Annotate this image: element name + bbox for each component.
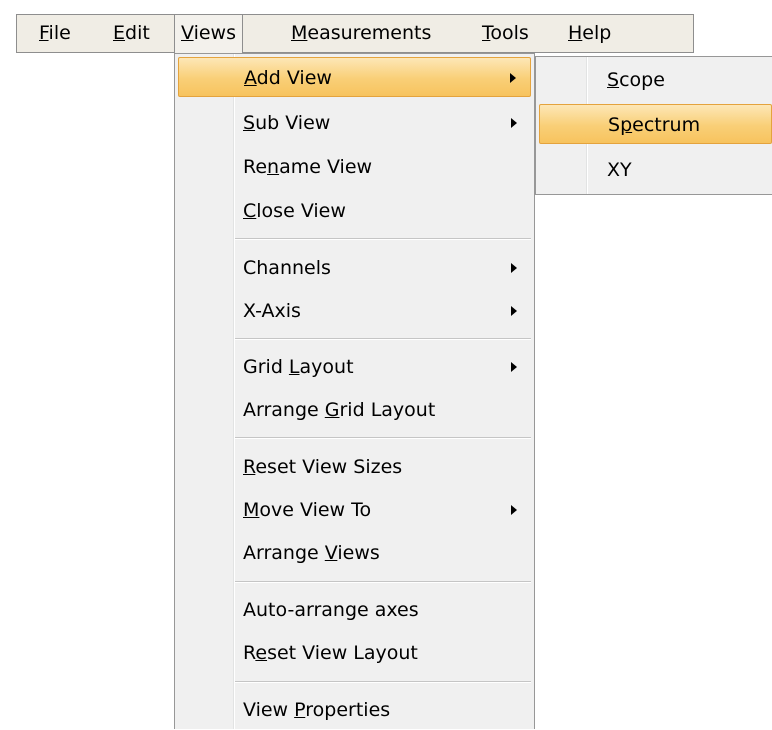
menuitem-spectrum[interactable]: Spectrum xyxy=(539,104,772,144)
arrange-grid-layout-key: G xyxy=(324,399,340,421)
arrange-views-key: V xyxy=(324,542,338,564)
add-view-key: A xyxy=(244,67,257,89)
menu-help-key: H xyxy=(568,22,583,44)
submenu-arrow-icon xyxy=(511,118,517,128)
view-properties-pre: View xyxy=(243,699,295,721)
menuitem-arrange-grid-layout[interactable]: Arrange Grid Layout xyxy=(178,390,531,430)
menuitem-move-view-to[interactable]: Move View To xyxy=(178,490,531,530)
rename-view-key: n xyxy=(267,156,280,178)
move-view-to-post: ove View To xyxy=(259,499,372,521)
menu-separator xyxy=(235,338,531,340)
menu-measurements-post: easurements xyxy=(307,22,432,44)
grid-layout-key: L xyxy=(288,356,300,378)
menu-separator xyxy=(235,437,531,439)
menu-tools-post: ools xyxy=(490,22,529,44)
menu-edit-post: dit xyxy=(125,22,150,44)
menu-file-key: F xyxy=(39,22,49,44)
x-axis-pre: X-Axis xyxy=(243,300,301,322)
menuitem-xy[interactable]: XY xyxy=(539,150,772,190)
menuitem-arrange-views[interactable]: Arrange Views xyxy=(178,533,531,573)
auto-arrange-axes-pre: Auto-arrange axes xyxy=(243,599,419,621)
menu-help-post: elp xyxy=(582,22,612,44)
menuitem-x-axis[interactable]: X-Axis xyxy=(178,291,531,331)
add-view-post: dd View xyxy=(256,67,332,89)
menu-separator xyxy=(235,238,531,240)
scope-key: S xyxy=(607,69,620,91)
grid-layout-post: ayout xyxy=(299,356,354,378)
spectrum-pre: S xyxy=(608,114,621,136)
submenu-arrow-icon xyxy=(511,263,517,273)
menuitem-channels[interactable]: Channels xyxy=(178,248,531,288)
view-properties-post: roperties xyxy=(305,699,391,721)
menuitem-view-properties[interactable]: View Properties xyxy=(178,690,531,730)
add-view-submenu: Scope Spectrum XY xyxy=(535,56,772,195)
sub-view-post: ub View xyxy=(255,112,331,134)
arrange-views-pre: Arrange xyxy=(243,542,325,564)
menu-bar: File Edit Views Measurements Tools Help xyxy=(16,14,694,53)
reset-view-layout-key: e xyxy=(255,642,268,664)
rename-view-post: ame View xyxy=(279,156,373,178)
close-view-post: lose View xyxy=(256,200,346,222)
move-view-to-key: M xyxy=(243,499,260,521)
channels-pre: Channels xyxy=(243,257,331,279)
menu-separator xyxy=(235,581,531,583)
menu-edit[interactable]: Edit xyxy=(107,15,156,52)
menu-tools[interactable]: Tools xyxy=(476,15,535,52)
menuitem-grid-layout[interactable]: Grid Layout xyxy=(178,347,531,387)
submenu-arrow-icon xyxy=(510,73,516,83)
views-dropdown-menu: Add View Sub View Rename View Close View… xyxy=(174,53,535,729)
reset-view-sizes-post: eset View Sizes xyxy=(255,456,403,478)
reset-view-layout-pre: R xyxy=(243,642,256,664)
grid-layout-pre: Grid xyxy=(243,356,289,378)
scope-post: cope xyxy=(619,69,665,91)
menuitem-reset-view-layout[interactable]: Reset View Layout xyxy=(178,633,531,673)
sub-view-key: S xyxy=(243,112,256,134)
menuitem-sub-view[interactable]: Sub View xyxy=(178,103,531,143)
menu-views[interactable]: Views xyxy=(174,15,244,53)
menu-file-post: ile xyxy=(48,22,71,44)
view-properties-key: P xyxy=(294,699,306,721)
submenu-arrow-icon xyxy=(511,505,517,515)
close-view-key: C xyxy=(243,200,257,222)
menu-measurements-key: M xyxy=(291,22,308,44)
menu-edit-key: E xyxy=(113,22,126,44)
spectrum-post: ectrum xyxy=(632,114,701,136)
spectrum-key: p xyxy=(620,114,633,136)
menuitem-add-view[interactable]: Add View xyxy=(178,57,531,97)
menuitem-scope[interactable]: Scope xyxy=(539,60,772,100)
xy-pre: XY xyxy=(607,159,632,181)
reset-view-sizes-key: R xyxy=(243,456,256,478)
menuitem-close-view[interactable]: Close View xyxy=(178,191,531,231)
arrange-grid-layout-pre: Arrange xyxy=(243,399,325,421)
submenu-arrow-icon xyxy=(511,362,517,372)
menu-help[interactable]: Help xyxy=(562,15,617,52)
menu-measurements[interactable]: Measurements xyxy=(285,15,437,52)
arrange-grid-layout-post: rid Layout xyxy=(339,399,436,421)
menu-views-post: iews xyxy=(193,22,237,44)
menu-views-key: V xyxy=(181,22,194,44)
menuitem-rename-view[interactable]: Rename View xyxy=(178,147,531,187)
submenu-arrow-icon xyxy=(511,306,517,316)
menuitem-auto-arrange-axes[interactable]: Auto-arrange axes xyxy=(178,590,531,630)
menuitem-reset-view-sizes[interactable]: Reset View Sizes xyxy=(178,447,531,487)
arrange-views-post: iews xyxy=(337,542,380,564)
menu-file[interactable]: File xyxy=(33,15,77,52)
rename-view-pre: Re xyxy=(243,156,268,178)
menu-separator xyxy=(235,681,531,683)
reset-view-layout-post: set View Layout xyxy=(267,642,418,664)
